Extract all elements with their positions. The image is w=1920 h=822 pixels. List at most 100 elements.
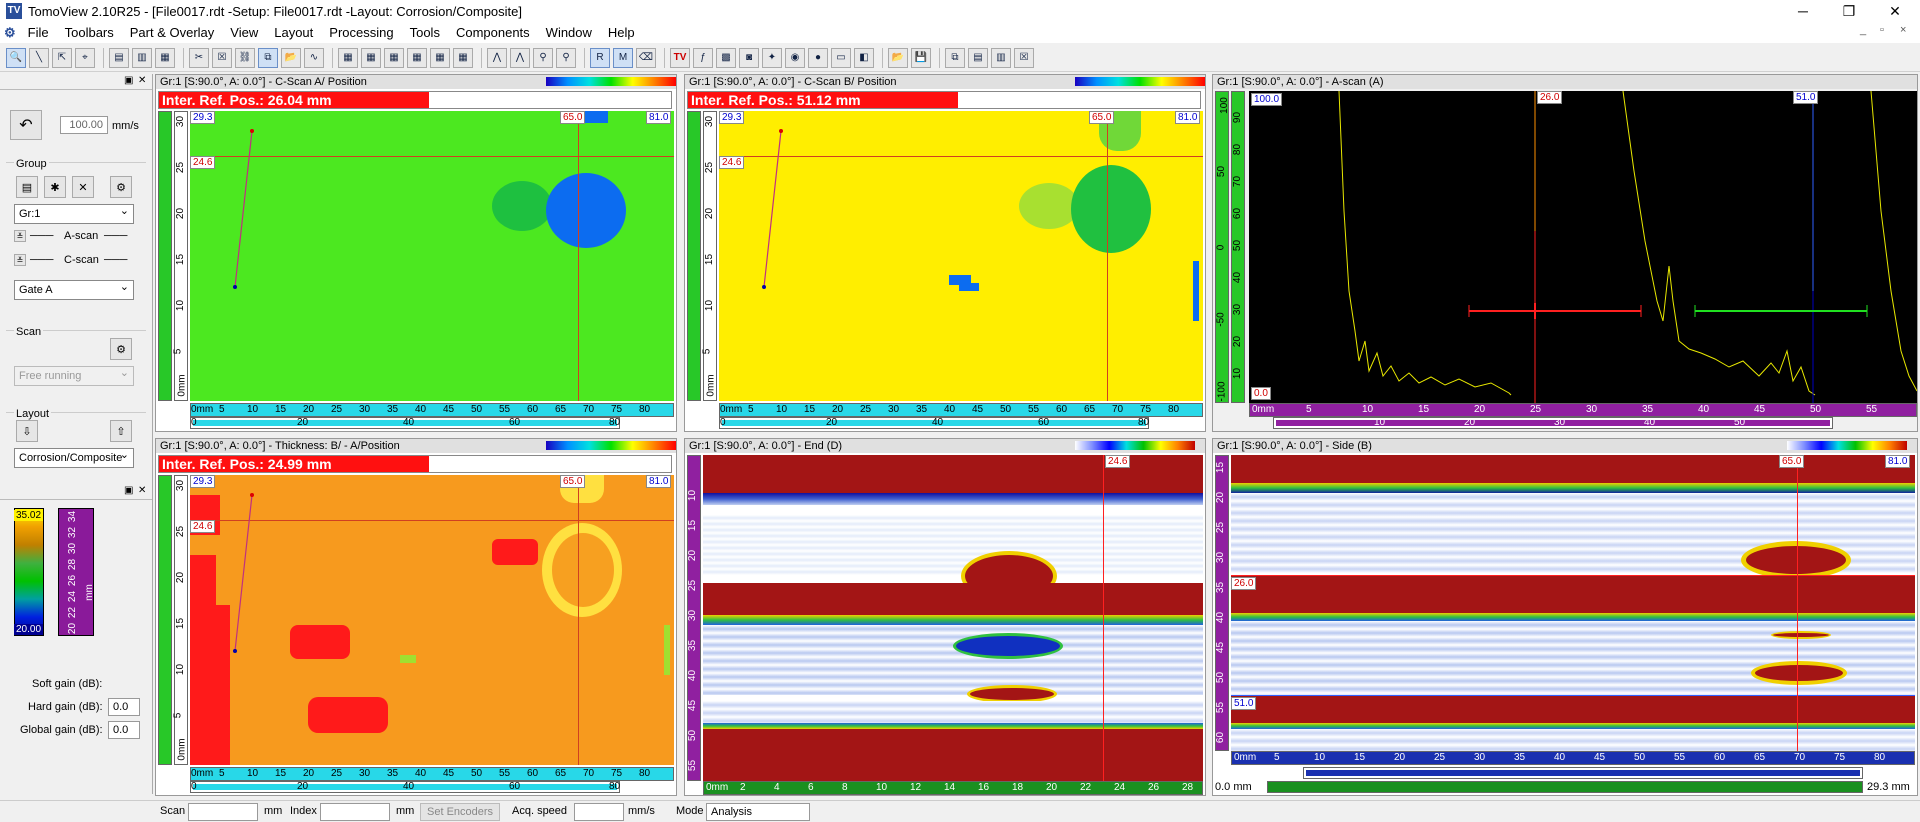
ascan-expand-icon[interactable]: ≚	[14, 230, 26, 242]
x-scrollbar[interactable]: 0 20 40 60 80	[190, 417, 620, 429]
group-settings-icon[interactable]: ⚙	[110, 176, 132, 198]
x-ruler[interactable]: 0mm 5 10 15 20 25 30 35 40 45 50 55 60 6…	[1231, 751, 1915, 765]
cscan-expand-icon[interactable]: ≚	[14, 254, 26, 266]
x-ruler[interactable]: 0mm 5 10 15 20 25 30 35 40 45 50 55 60 6…	[190, 403, 674, 417]
m-mode-icon[interactable]: M	[613, 47, 633, 68]
amp-scale[interactable]: 100 50 0 -50 -100	[1215, 91, 1230, 403]
percent-scale[interactable]: 90 80 70 60 50 40 30 20 10	[1231, 91, 1245, 403]
x-scrollbar[interactable]: 10 20 30 40 50	[1273, 417, 1833, 429]
restore-button[interactable]: ❐	[1826, 0, 1872, 22]
fft-icon[interactable]: ƒ	[693, 47, 713, 68]
peak-icon-2[interactable]: ⋀	[510, 47, 530, 68]
palette-close-icon[interactable]: ✕	[138, 485, 146, 496]
cut-icon[interactable]: ✂	[189, 47, 209, 68]
gate-select[interactable]: Gate A	[14, 280, 134, 300]
table-icon-6[interactable]: ▦	[453, 47, 473, 68]
menu-processing[interactable]: Processing	[321, 25, 401, 40]
depth-scale[interactable]: 10 15 20 25 30 35 40 45 50 55	[687, 455, 701, 781]
index-status-input[interactable]	[320, 803, 390, 821]
x-ruler[interactable]: 0mm 2 4 6 8 10 12 14 16 18 20 22 24 26 2…	[703, 781, 1203, 795]
layout-select[interactable]: Corrosion/Composite	[14, 448, 134, 468]
pin-icon[interactable]: ⚲	[556, 47, 576, 68]
scan-status-input[interactable]	[188, 803, 258, 821]
group-select[interactable]: Gr:1	[14, 204, 134, 224]
magnifier-icon[interactable]: ⚲	[533, 47, 553, 68]
side-x-scrollbar[interactable]	[1303, 767, 1863, 779]
menu-part-overlay[interactable]: Part & Overlay	[122, 25, 223, 40]
menu-help[interactable]: Help	[600, 25, 643, 40]
x-scrollbar[interactable]: 0 20 40 60 80	[190, 781, 620, 793]
scan-settings-icon[interactable]: ⚙	[110, 338, 132, 360]
menu-window[interactable]: Window	[538, 25, 600, 40]
y-scale[interactable]	[687, 111, 701, 401]
y-scale[interactable]	[158, 475, 172, 765]
mdi-restore-button[interactable]: ▫	[1880, 24, 1884, 36]
table-icon-4[interactable]: ▦	[407, 47, 427, 68]
x-ruler[interactable]: 0mm 5 10 15 20 25 30 35 40 45 50 55 60 6…	[190, 767, 674, 781]
link-icon[interactable]: ⛓	[235, 47, 255, 68]
tv-icon[interactable]: TV	[670, 47, 690, 68]
mdi-minimize-button[interactable]: _	[1860, 24, 1866, 36]
overlay-icon[interactable]: ⧉	[258, 47, 278, 68]
r-mode-icon[interactable]: R	[590, 47, 610, 68]
close-button[interactable]: ✕	[1872, 0, 1918, 22]
menu-toolbars[interactable]: Toolbars	[57, 25, 122, 40]
table-icon-1[interactable]: ▦	[338, 47, 358, 68]
measure-tool-icon[interactable]: ⌖	[75, 47, 95, 68]
scan-mode-select[interactable]: Free running	[14, 366, 134, 386]
delete-box-icon[interactable]: ☒	[212, 47, 232, 68]
x-ruler[interactable]: 0mm 5 10 15 20 25 30 35 40 45 50 55 60 6…	[719, 403, 1203, 417]
range-slider[interactable]	[1267, 781, 1863, 793]
signal-icon[interactable]: ∿	[304, 47, 324, 68]
save-icon[interactable]: 💾	[911, 47, 931, 68]
palette-icon[interactable]: ▩	[716, 47, 736, 68]
grid-icon[interactable]: ▦	[155, 47, 175, 68]
side-bscan-image[interactable]: 65.0 81.0 26.0 51.0	[1231, 455, 1915, 751]
menu-view[interactable]: View	[222, 25, 266, 40]
minimize-button[interactable]: ─	[1780, 0, 1826, 22]
contrast-icon[interactable]: ◧	[854, 47, 874, 68]
x-scrollbar[interactable]: 0 20 40 60 80	[719, 417, 1149, 429]
mdi-close-button[interactable]: ×	[1900, 24, 1906, 36]
cscan-b-image[interactable]: 29.3 24.6 65.0 81.0	[719, 111, 1203, 401]
global-gain-input[interactable]: 0.0	[108, 721, 140, 739]
ascan-plot[interactable]: 100.0 0.0 26.0 51.0	[1249, 91, 1917, 403]
system-menu-icon[interactable]: ⚙	[0, 25, 20, 41]
peak-icon-1[interactable]: ⋀	[487, 47, 507, 68]
layout-icon-1[interactable]: ⧉	[945, 47, 965, 68]
menu-layout[interactable]: Layout	[266, 25, 321, 40]
undo-button[interactable]: ↶	[10, 110, 42, 140]
menu-components[interactable]: Components	[448, 25, 538, 40]
cscan-a-image[interactable]: 29.3 24.6 65.0 81.0	[190, 111, 674, 401]
depth-scale[interactable]: 15 20 25 30 35 40 45 50 55 60	[1215, 455, 1229, 751]
speed-input[interactable]: 100.00	[60, 116, 108, 134]
menu-file[interactable]: File	[20, 25, 57, 40]
y-scale[interactable]	[158, 111, 172, 401]
table-icon-2[interactable]: ▦	[361, 47, 381, 68]
color-wheel-icon[interactable]: ◉	[785, 47, 805, 68]
camera-icon[interactable]: ◙	[739, 47, 759, 68]
close-layout-icon[interactable]: ☒	[1014, 47, 1034, 68]
acq-speed-input[interactable]	[574, 803, 624, 821]
split-horizontal-icon[interactable]: ▤	[109, 47, 129, 68]
layout-load-icon[interactable]: ⇩	[16, 420, 38, 442]
split-vertical-icon[interactable]: ▥	[132, 47, 152, 68]
layout-icon-3[interactable]: ▥	[991, 47, 1011, 68]
set-encoders-button[interactable]: Set Encoders	[420, 803, 501, 821]
panel-close-icon[interactable]: ✕	[138, 75, 146, 86]
group-remove-icon[interactable]: ✕	[72, 176, 94, 198]
menu-tools[interactable]: Tools	[402, 25, 448, 40]
wand-icon[interactable]: ✦	[762, 47, 782, 68]
layout-icon-2[interactable]: ▤	[968, 47, 988, 68]
blob-icon[interactable]: ●	[808, 47, 828, 68]
table-icon-3[interactable]: ▦	[384, 47, 404, 68]
thickness-image[interactable]: 29.3 24.6 65.0 81.0	[190, 475, 674, 765]
panel-float-icon[interactable]: ▣	[124, 75, 133, 86]
mode-input[interactable]: Analysis	[706, 803, 810, 821]
monitor-icon[interactable]: ▭	[831, 47, 851, 68]
cursor-tool-icon[interactable]: ⇱	[52, 47, 72, 68]
x-ruler[interactable]: 0mm 5 10 15 20 25 30 35 40 45 50 55	[1249, 403, 1917, 417]
palette-float-icon[interactable]: ▣	[124, 485, 133, 496]
open-icon[interactable]: 📂	[888, 47, 908, 68]
table-icon-5[interactable]: ▦	[430, 47, 450, 68]
